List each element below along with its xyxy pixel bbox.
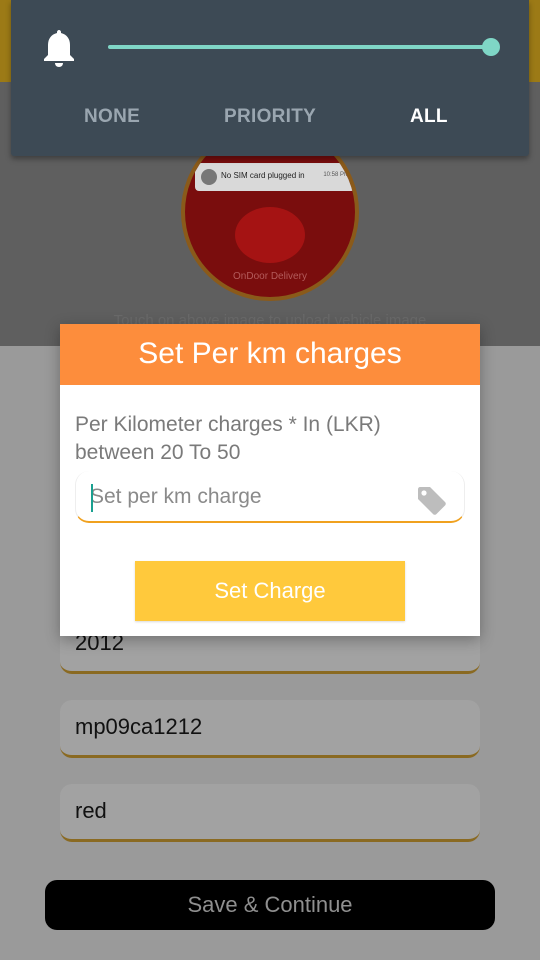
volume-slider-track[interactable] xyxy=(108,45,492,49)
set-charge-button[interactable]: Set Charge xyxy=(135,561,405,621)
vehicle-image-status-bar: No SIM card plugged in 10:58 PM xyxy=(195,163,355,191)
bell-icon xyxy=(44,30,74,67)
dialog-title: Set Per km charges xyxy=(60,324,480,385)
save-continue-button[interactable]: Save & Continue xyxy=(45,880,495,930)
plate-number-field[interactable]: mp09ca1212 xyxy=(60,700,480,758)
price-tag-icon xyxy=(418,487,446,515)
per-km-charge-dialog: Set Per km charges Per Kilometer charges… xyxy=(60,324,480,636)
mode-priority-option[interactable]: PRIORITY xyxy=(224,106,316,128)
mode-all-option[interactable]: ALL xyxy=(410,106,448,128)
charge-field-container[interactable] xyxy=(75,471,465,523)
per-km-charge-input[interactable] xyxy=(90,483,400,511)
charge-field-label: Per Kilometer charges * In (LKR) between… xyxy=(75,413,381,464)
vehicle-image-status-text: No SIM card plugged in xyxy=(221,171,305,180)
mode-none-option[interactable]: NONE xyxy=(84,106,140,128)
volume-slider-thumb[interactable] xyxy=(482,38,500,56)
text-cursor xyxy=(91,484,93,512)
sim-icon xyxy=(201,169,217,185)
vehicle-color-field[interactable]: red xyxy=(60,784,480,842)
vehicle-image-time: 10:58 PM xyxy=(323,172,349,178)
delivery-scooter-icon xyxy=(235,207,305,263)
vehicle-image-caption: OnDoor Delivery xyxy=(233,271,307,282)
header-accent-right xyxy=(528,0,540,82)
notification-shade: NONE PRIORITY ALL xyxy=(11,0,529,156)
